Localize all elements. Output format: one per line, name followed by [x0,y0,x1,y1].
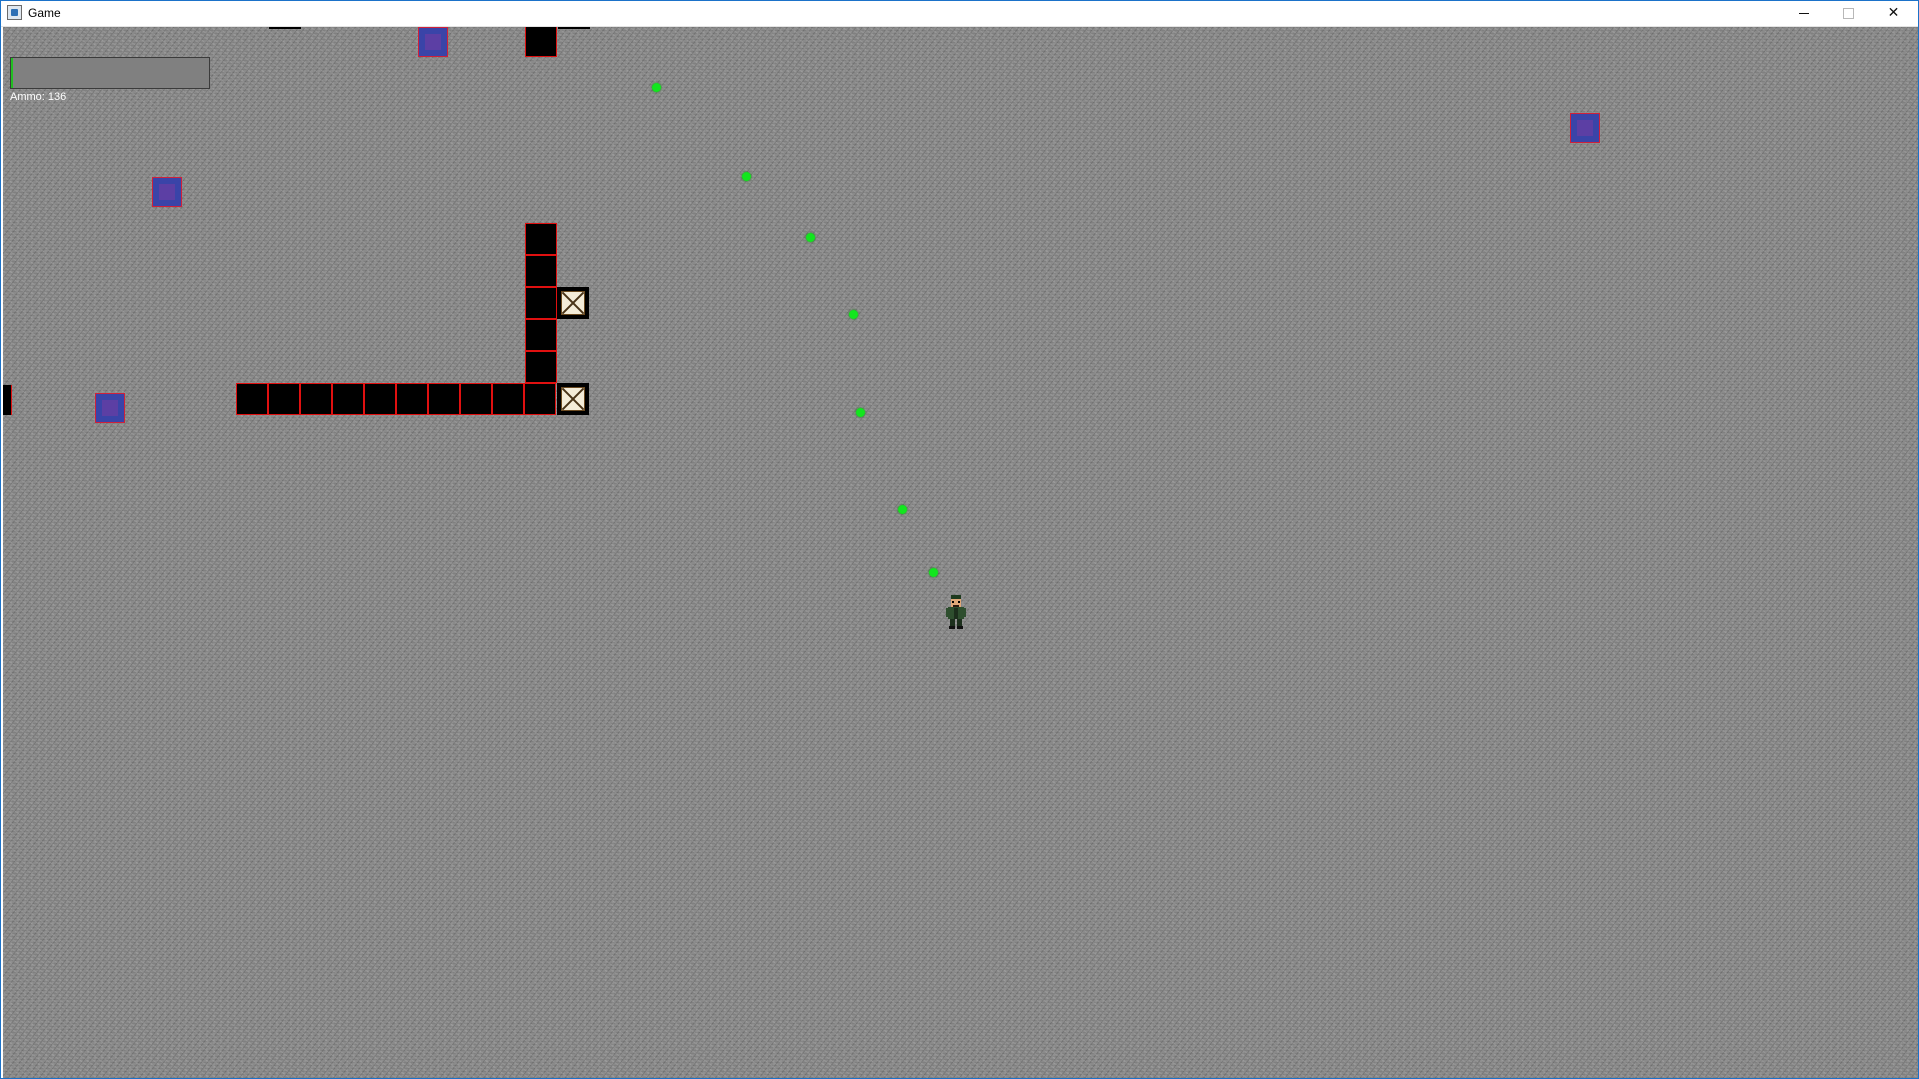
close-button[interactable]: ✕ [1871,1,1916,26]
game-playfield[interactable]: Ammo: 136 [3,27,1918,1078]
minimize-icon [1798,12,1809,14]
wall-block [525,351,557,383]
enemy-box [1570,113,1600,143]
enemy-box [418,27,448,57]
wall-block [332,383,364,415]
wall-block [236,383,268,415]
wall-block [524,383,556,415]
wall-block [268,383,300,415]
wall-block [525,255,557,287]
wall-block [525,287,557,319]
maximize-icon [1843,7,1854,19]
bullet [652,83,661,92]
bullet [742,172,751,181]
enemy-box [152,177,182,207]
player-soldier [945,595,967,629]
game-window: Game ✕ Ammo: 136 [0,0,1919,1079]
minimize-button[interactable] [1781,1,1826,26]
health-bar-fill [11,58,13,88]
wall-block [492,383,524,415]
wall-block [364,383,396,415]
wall-block [525,319,557,351]
window-title: Game [28,6,61,20]
wall-edge-fragment [558,27,590,29]
wall-block [460,383,492,415]
bullet [929,568,938,577]
wall-block [525,27,557,57]
bullet [898,505,907,514]
soldier-icon [946,595,966,629]
wall-block [396,383,428,415]
wall-edge-fragment [269,27,301,29]
ammo-counter: Ammo: 136 [10,91,67,103]
close-icon: ✕ [1887,5,1900,21]
health-bar [10,57,210,89]
maximize-button[interactable] [1826,1,1871,26]
title-bar: Game ✕ [1,1,1918,27]
java-app-icon [7,5,22,20]
wall-block [525,223,557,255]
bullet [806,233,815,242]
bullet [849,310,858,319]
wall-block [300,383,332,415]
enemy-box [95,393,125,423]
crate-graphic [561,291,585,315]
wall-block [428,383,460,415]
bullet [856,408,865,417]
wall-edge-fragment [3,385,12,415]
crate-icon [557,383,589,415]
crate-icon [557,287,589,319]
crate-graphic [561,387,585,411]
